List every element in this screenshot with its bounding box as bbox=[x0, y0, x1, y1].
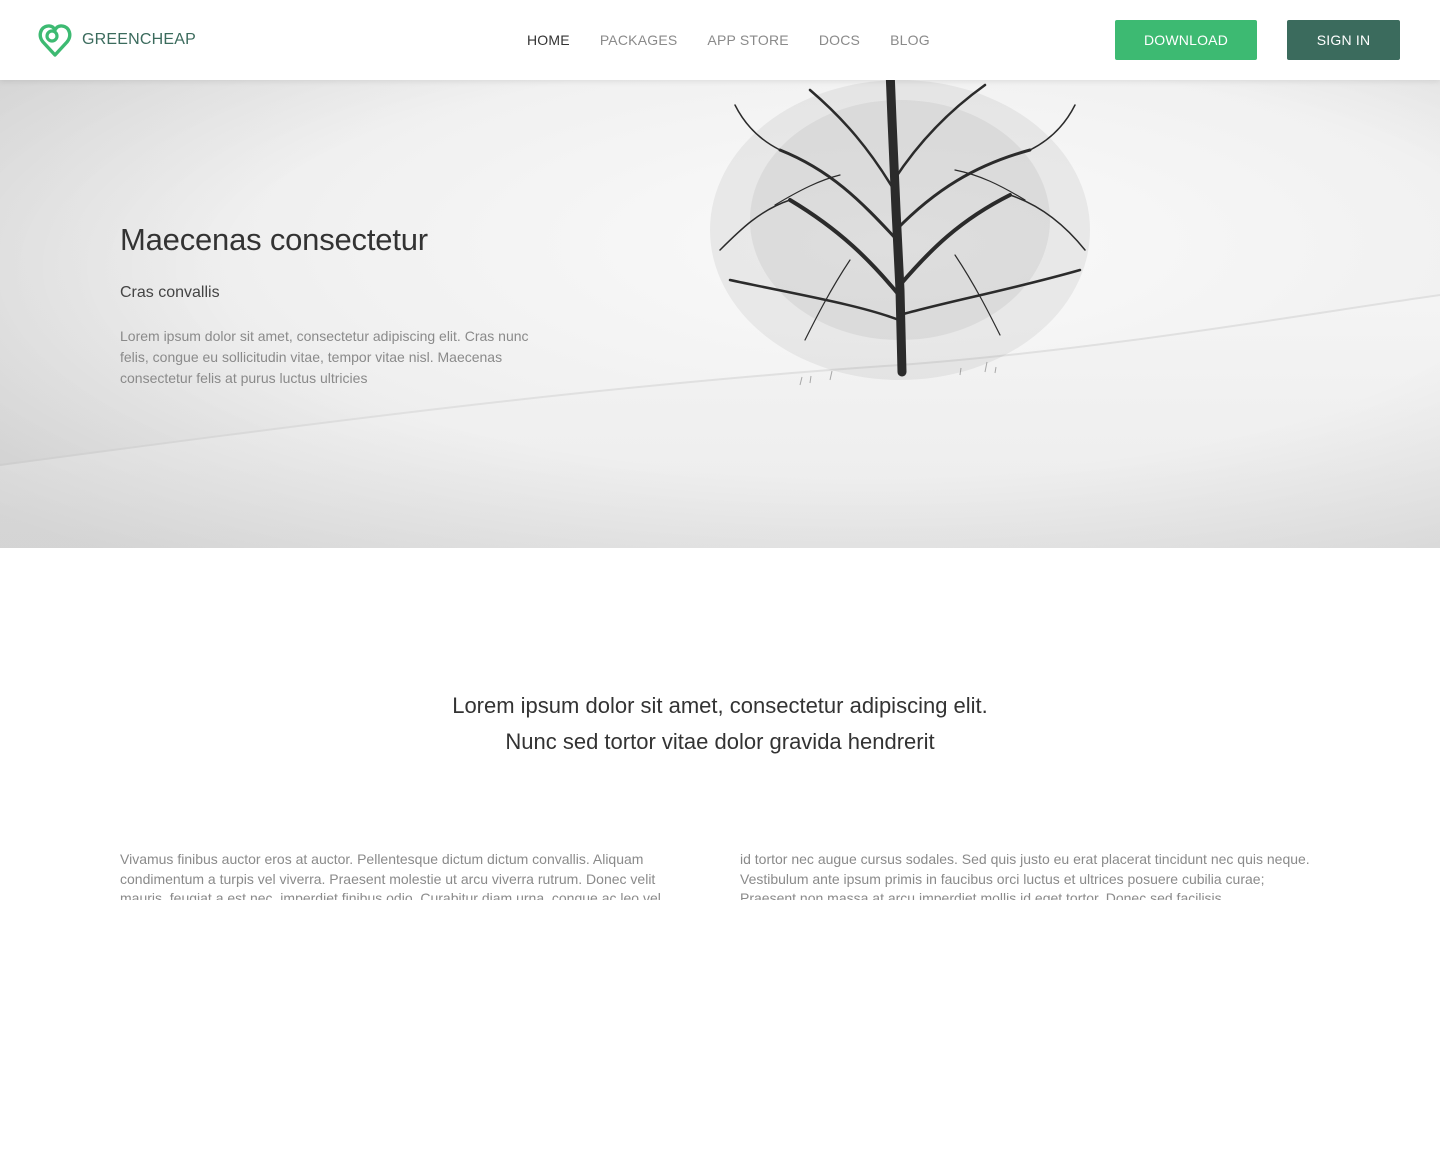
hero-section: Maecenas consectetur Cras convallis Lore… bbox=[0, 80, 1440, 548]
nav-app-store[interactable]: APP STORE bbox=[707, 32, 788, 48]
hero-description: Lorem ipsum dolor sit amet, consectetur … bbox=[120, 328, 529, 386]
download-button[interactable]: DOWNLOAD bbox=[1115, 20, 1257, 60]
nav-packages[interactable]: PACKAGES bbox=[600, 32, 678, 48]
nav-docs[interactable]: DOCS bbox=[819, 32, 860, 48]
intro-section: Lorem ipsum dolor sit amet, consectetur … bbox=[0, 688, 1440, 760]
left-column-text: Vivamus finibus auctor eros at auctor. P… bbox=[120, 851, 661, 900]
right-column-text: id tortor nec augue cursus sodales. Sed … bbox=[740, 851, 1310, 900]
hero-subtitle: Cras convallis bbox=[120, 284, 220, 301]
brand-logo[interactable]: GREENCHEAP bbox=[38, 22, 196, 58]
sign-in-button[interactable]: SIGN IN bbox=[1287, 20, 1400, 60]
heart-location-icon bbox=[38, 24, 72, 57]
intro-heading-line-2: Nunc sed tortor vitae dolor gravida hend… bbox=[505, 729, 935, 754]
hero-background-image bbox=[0, 80, 1440, 548]
nav-blog[interactable]: BLOG bbox=[890, 32, 930, 48]
hero-title: Maecenas consectetur bbox=[120, 222, 428, 257]
site-header: GREENCHEAP HOME PACKAGES APP STORE DOCS … bbox=[0, 0, 1440, 80]
intro-heading-line-1: Lorem ipsum dolor sit amet, consectetur … bbox=[452, 693, 988, 718]
brand-name: GREENCHEAP bbox=[82, 31, 197, 48]
main-nav: HOME PACKAGES APP STORE DOCS BLOG bbox=[527, 0, 930, 80]
nav-home[interactable]: HOME bbox=[527, 32, 570, 48]
text-columns: Vivamus finibus auctor eros at auctor. P… bbox=[120, 850, 1320, 900]
